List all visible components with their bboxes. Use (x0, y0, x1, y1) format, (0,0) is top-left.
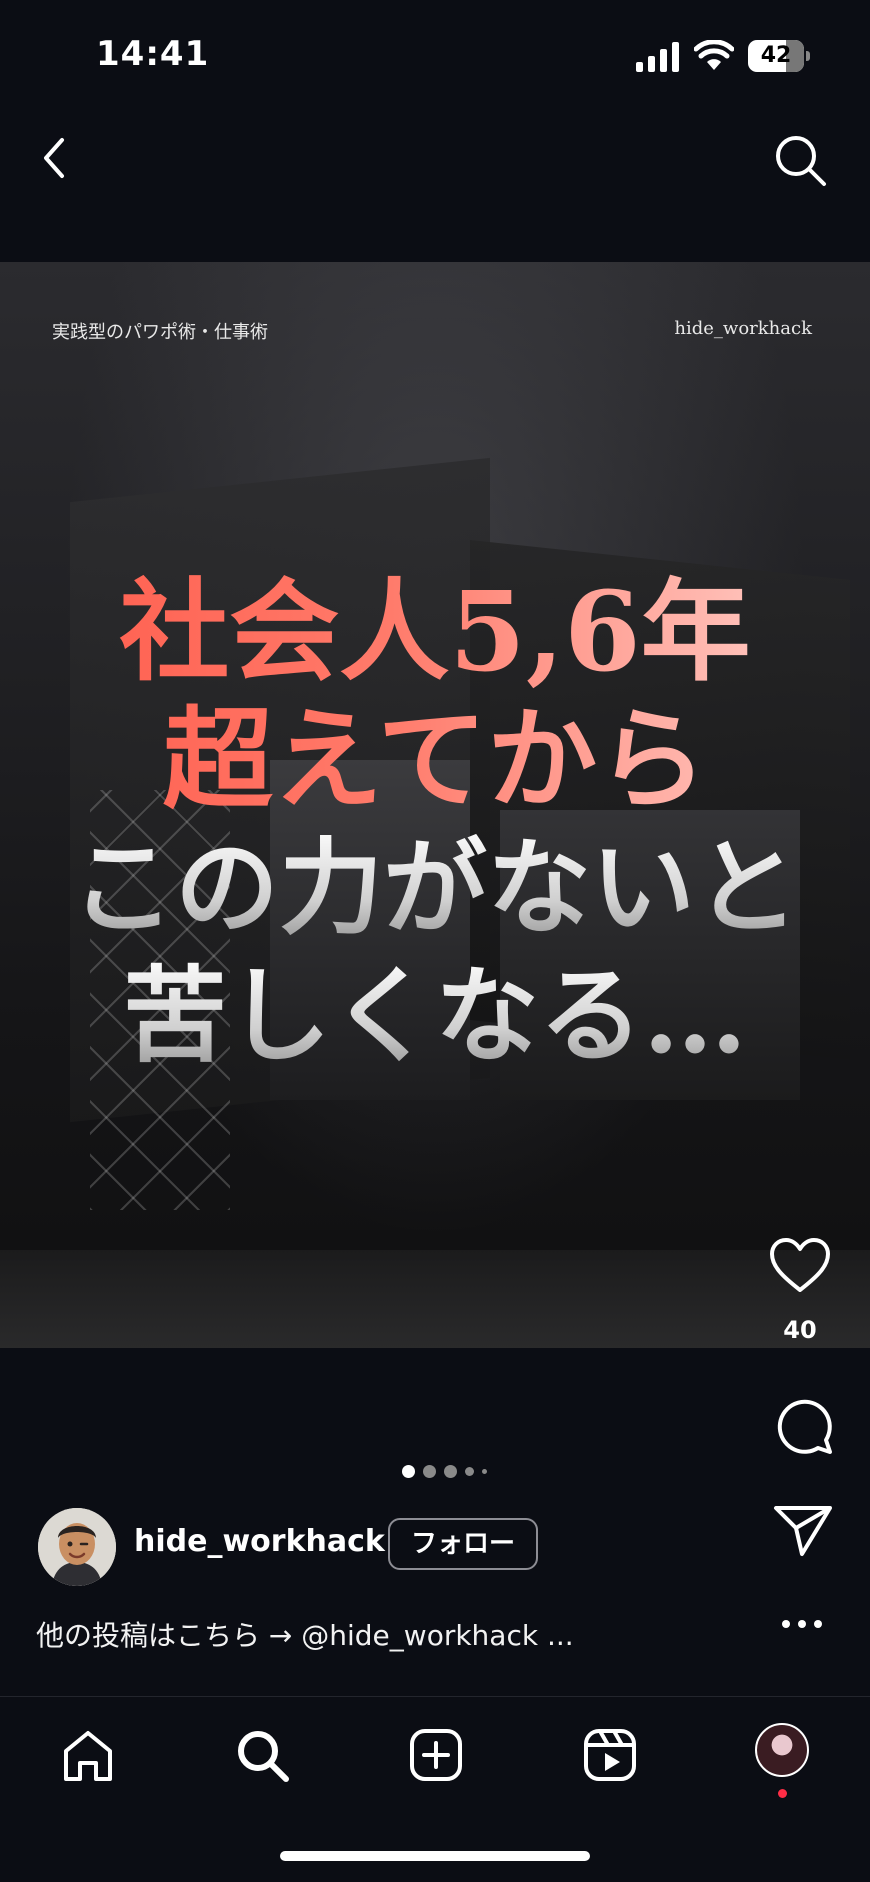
avatar-memoji (38, 1508, 116, 1586)
image-headline: 社会人5,6年 超えてから この力がないと 苦しくなる… (0, 568, 870, 1080)
more-horizontal-icon[interactable] (776, 1604, 828, 1644)
back-icon[interactable] (36, 134, 72, 182)
follow-button[interactable]: フォロー (388, 1518, 538, 1570)
cellular-signal-icon (636, 42, 679, 72)
search-icon[interactable] (772, 132, 828, 188)
like-count: 40 (783, 1316, 817, 1344)
search-icon[interactable] (232, 1725, 292, 1785)
battery-level: 42 (760, 43, 792, 68)
headline-line: この力がないと (0, 824, 870, 952)
comment-icon[interactable] (774, 1396, 834, 1456)
headline-line: 苦しくなる… (0, 952, 870, 1080)
heart-icon[interactable] (768, 1236, 832, 1296)
create-icon[interactable] (406, 1725, 466, 1785)
carousel-dot (465, 1466, 474, 1476)
carousel-dot (423, 1464, 436, 1478)
carousel-indicator (402, 1464, 487, 1478)
profile-avatar[interactable] (755, 1723, 809, 1777)
battery-indicator: 42 (748, 40, 810, 72)
carousel-dot-active (402, 1464, 415, 1478)
headline-line: 超えてから (0, 696, 870, 824)
author-username[interactable]: hide_workhack (134, 1524, 385, 1559)
status-time: 14:41 (96, 34, 210, 74)
post-caption[interactable]: 他の投稿はこちら → @hide_workhack ... (36, 1614, 574, 1654)
sidewalk (0, 1250, 870, 1348)
author-avatar[interactable] (38, 1508, 116, 1586)
reels-icon[interactable] (580, 1725, 640, 1785)
wifi-icon (694, 40, 734, 70)
send-icon[interactable] (772, 1502, 834, 1558)
carousel-dot (482, 1468, 487, 1474)
bottom-nav (0, 1697, 870, 1807)
image-label-left: 実践型のパワポ術・仕事術 (52, 322, 268, 343)
headline-line: 社会人5,6年 (0, 568, 870, 696)
home-icon[interactable] (58, 1725, 118, 1785)
image-label-right: hide_workhack (674, 318, 812, 339)
carousel-dot (444, 1464, 457, 1478)
notification-dot (778, 1789, 787, 1798)
home-indicator (280, 1851, 590, 1861)
